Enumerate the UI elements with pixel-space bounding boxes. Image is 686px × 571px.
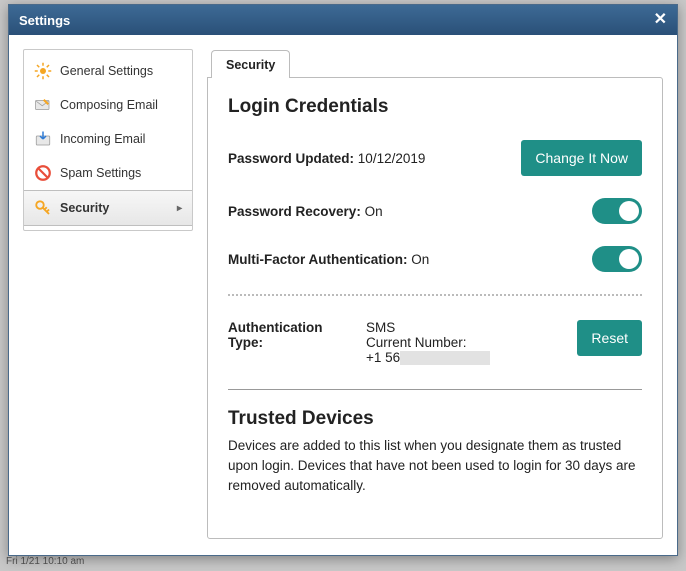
reset-mfa-button[interactable]: Reset [577, 320, 642, 356]
tab-label: Security [226, 58, 275, 72]
password-recovery-label: Password Recovery: [228, 204, 361, 219]
inbox-icon [34, 130, 52, 148]
sidebar-item-label: Composing Email [60, 98, 158, 112]
sidebar-item-label: General Settings [60, 64, 153, 78]
toggle-knob [619, 201, 639, 221]
mfa-row: Multi-Factor Authentication: On [228, 246, 642, 272]
sidebar-item-spam[interactable]: Spam Settings [24, 156, 192, 190]
login-credentials-heading: Login Credentials [228, 96, 642, 118]
divider-dashed [228, 294, 642, 296]
tab-security[interactable]: Security [211, 50, 290, 78]
main-panel-area: Security Login Credentials Password Upda… [207, 49, 663, 541]
security-panel: Login Credentials Password Updated: 10/1… [207, 77, 663, 539]
close-icon[interactable]: ✕ [654, 12, 667, 28]
sidebar-item-incoming[interactable]: Incoming Email [24, 122, 192, 156]
password-updated-value: 10/12/2019 [358, 151, 426, 166]
trusted-devices-heading: Trusted Devices [228, 408, 642, 430]
current-number-value: +1 56 [366, 350, 400, 365]
toggle-knob [619, 249, 639, 269]
auth-type-row: Authentication Type: SMS Current Number:… [228, 320, 642, 365]
settings-dialog: Settings ✕ General Settings Composing Em… [8, 4, 678, 556]
dialog-titlebar: Settings ✕ [9, 5, 677, 35]
settings-sidebar: General Settings Composing Email Incomin… [23, 49, 193, 231]
change-password-button[interactable]: Change It Now [521, 140, 642, 176]
sidebar-item-label: Incoming Email [60, 132, 145, 146]
auth-type-details: SMS Current Number: +1 56 [366, 320, 490, 365]
current-number-line: +1 56 [366, 350, 490, 365]
gear-icon [34, 62, 52, 80]
spam-icon [34, 164, 52, 182]
password-recovery-value: On [365, 204, 383, 219]
current-number-label: Current Number: [366, 335, 490, 350]
mfa-label: Multi-Factor Authentication: [228, 252, 407, 267]
password-recovery-row: Password Recovery: On [228, 198, 642, 224]
sidebar-item-general[interactable]: General Settings [24, 54, 192, 88]
tab-header: Security [211, 49, 663, 77]
sidebar-item-composing[interactable]: Composing Email [24, 88, 192, 122]
auth-type-label: Authentication Type: [228, 320, 348, 365]
bg-timestamp: Fri 1/21 10:10 am [6, 556, 84, 567]
password-updated-label: Password Updated: [228, 151, 354, 166]
password-updated-text: Password Updated: 10/12/2019 [228, 151, 425, 166]
mfa-toggle[interactable] [592, 246, 642, 272]
mfa-value: On [411, 252, 429, 267]
sidebar-item-label: Spam Settings [60, 166, 141, 180]
trusted-devices-desc: Devices are added to this list when you … [228, 436, 642, 495]
sidebar-item-label: Security [60, 201, 109, 215]
key-icon [34, 199, 52, 217]
divider-solid [228, 389, 642, 390]
password-recovery-text: Password Recovery: On [228, 204, 383, 219]
auth-type-left: Authentication Type: SMS Current Number:… [228, 320, 490, 365]
auth-type-value: SMS [366, 320, 490, 335]
dialog-title: Settings [19, 13, 70, 28]
dialog-body: General Settings Composing Email Incomin… [9, 35, 677, 555]
password-recovery-toggle[interactable] [592, 198, 642, 224]
compose-icon [34, 96, 52, 114]
mfa-text: Multi-Factor Authentication: On [228, 252, 429, 267]
redacted-number [400, 351, 490, 365]
sidebar-item-security[interactable]: Security [24, 190, 192, 226]
password-updated-row: Password Updated: 10/12/2019 Change It N… [228, 140, 642, 176]
